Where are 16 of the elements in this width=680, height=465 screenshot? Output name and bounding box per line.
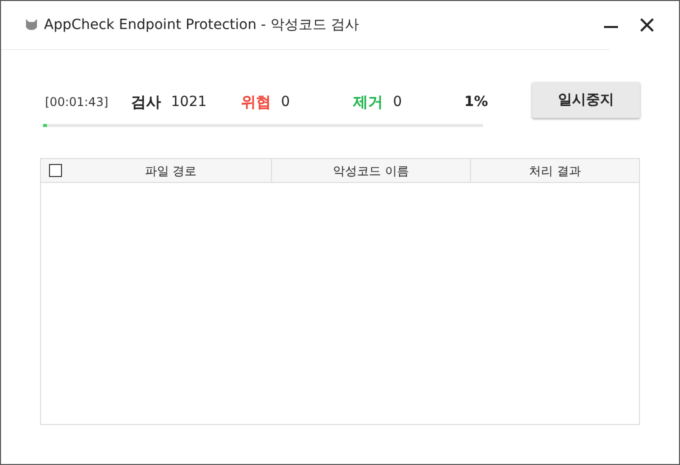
minimize-icon [604,26,618,28]
select-all-checkbox[interactable] [49,164,62,177]
stat-label: 검사 [131,92,161,113]
window-title: AppCheck Endpoint Protection - 악성코드 검사 [44,16,359,34]
column-header: 파일 경로 [144,162,197,180]
pause-button[interactable]: 일시중지 [532,82,640,118]
progress-percent: 1% [464,92,488,112]
elapsed-time: [00:01:43] [45,94,110,111]
stat-label: 위협 [241,92,271,113]
column-header: 처리 결과 [529,162,582,180]
stat-value: 1021 [171,92,207,112]
column-header: 악성코드 이름 [333,162,409,180]
close-icon [640,18,654,32]
stat-label: 제거 [353,92,383,113]
stat-value: 0 [281,92,290,112]
stat-value: 0 [393,92,402,112]
